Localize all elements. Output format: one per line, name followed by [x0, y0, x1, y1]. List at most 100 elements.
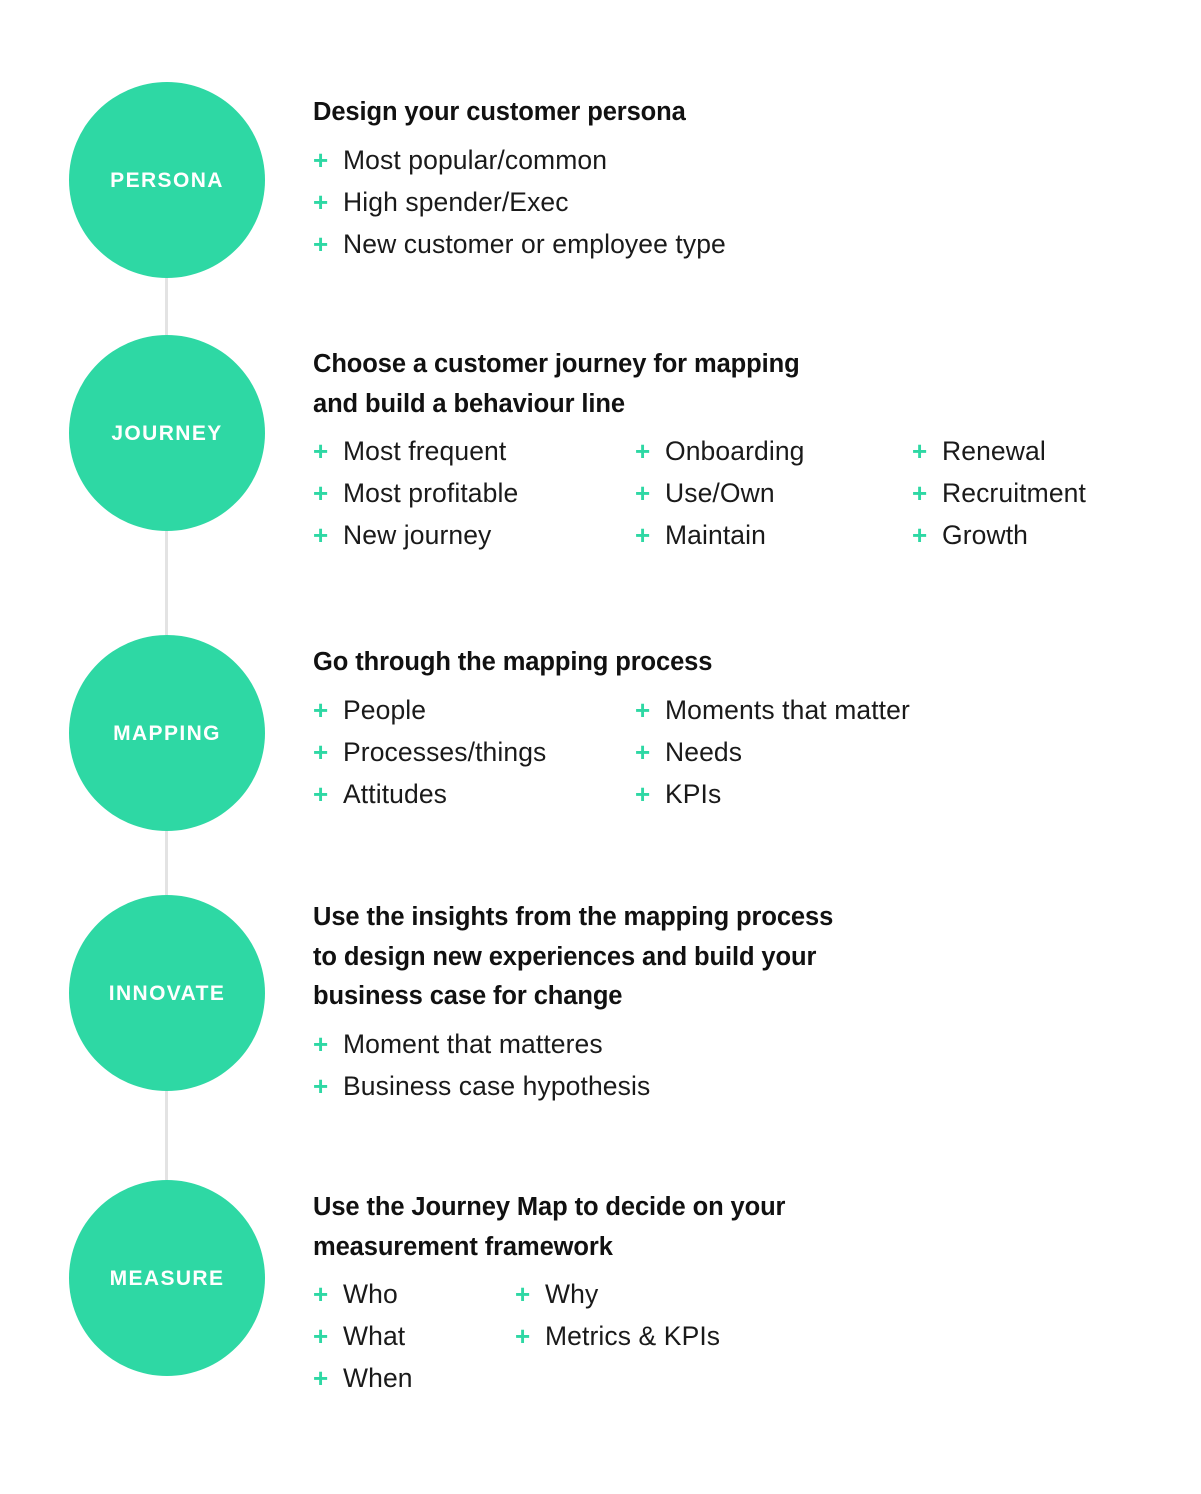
- step-heading: Design your customer persona: [313, 98, 686, 126]
- bullet-column: + Why + Metrics & KPIs: [515, 1273, 720, 1357]
- step-connector-line: [165, 1091, 168, 1180]
- step-badge-circle-journey[interactable]: JOURNEY: [69, 335, 265, 531]
- bullet-item: + Moment that matteres: [313, 1023, 650, 1065]
- plus-icon: +: [635, 778, 651, 809]
- bullet-label: Moments that matter: [665, 694, 910, 725]
- step-content-innovate: Use the insights from the mapping proces…: [313, 898, 1173, 1107]
- step-content-journey: Choose a customer journey for mapping an…: [313, 345, 1173, 556]
- bullet-label: New customer or employee type: [343, 228, 726, 259]
- bullet-label: Attitudes: [343, 778, 448, 809]
- step-heading: Choose a customer journey for mapping an…: [313, 350, 800, 418]
- bullet-item: + New journey: [313, 514, 635, 556]
- step-badge-circle-mapping[interactable]: MAPPING: [69, 635, 265, 831]
- plus-icon: +: [635, 694, 651, 725]
- bullet-label: Business case hypothesis: [343, 1070, 651, 1101]
- step-badge-circle-innovate[interactable]: INNOVATE: [69, 895, 265, 1091]
- plus-icon: +: [313, 520, 329, 551]
- bullet-label: People: [343, 694, 427, 725]
- bullet-item: + High spender/Exec: [313, 181, 726, 223]
- bullet-item: + Most frequent: [313, 430, 635, 472]
- step-connector-line: [165, 278, 168, 335]
- step-badge-circle-persona[interactable]: PERSONA: [69, 82, 265, 278]
- bullet-item: + When: [313, 1357, 515, 1399]
- step-content-mapping: Go through the mapping process + People + Pr…: [313, 643, 1173, 815]
- plus-icon: +: [635, 436, 651, 467]
- bullet-item: + KPIs: [635, 773, 910, 815]
- plus-icon: +: [313, 1279, 329, 1310]
- bullet-column: + Renewal + Recruitment + Growth: [912, 430, 1086, 556]
- bullet-label: New journey: [343, 520, 492, 551]
- bullet-column: + Onboarding + Use/Own + Maintain: [635, 430, 912, 556]
- bullet-label: Recruitment: [942, 478, 1086, 509]
- plus-icon: +: [313, 694, 329, 725]
- bullet-label: Onboarding: [665, 436, 805, 467]
- plus-icon: +: [515, 1279, 531, 1310]
- bullet-label: High spender/Exec: [343, 186, 569, 217]
- plus-icon: +: [313, 736, 329, 767]
- bullet-columns: + Most frequent + Most profitable + New journ…: [313, 430, 1173, 556]
- step-connector-line: [165, 831, 168, 895]
- plus-icon: +: [313, 228, 329, 259]
- plus-icon: +: [912, 520, 928, 551]
- bullet-columns: + Most popular/common + High spender/Exec + N…: [313, 139, 1173, 265]
- bullet-item: + People: [313, 689, 635, 731]
- bullet-column: + Moments that matter + Needs + KPIs: [635, 689, 910, 815]
- step-content-persona: Design your customer persona + Most popula…: [313, 93, 1173, 265]
- bullet-item: + New customer or employee type: [313, 223, 726, 265]
- bullet-label: When: [343, 1363, 413, 1394]
- step-badge-label: INNOVATE: [108, 981, 226, 1005]
- bullet-label: Maintain: [665, 520, 766, 551]
- plus-icon: +: [313, 186, 329, 217]
- bullet-columns: + Who + What + When + Why + Metrics & KPIs: [313, 1273, 1173, 1399]
- bullet-label: Most frequent: [343, 436, 507, 467]
- bullet-item: + Use/Own: [635, 472, 912, 514]
- step-heading: Use the Journey Map to decide on your me…: [313, 1193, 786, 1261]
- bullet-label: Growth: [942, 520, 1029, 551]
- bullet-label: Metrics & KPIs: [545, 1321, 721, 1352]
- step-badge-circle-measure[interactable]: MEASURE: [69, 1180, 265, 1376]
- bullet-label: What: [343, 1321, 406, 1352]
- plus-icon: +: [313, 1070, 329, 1101]
- bullet-item: + What: [313, 1315, 515, 1357]
- bullet-column: + Moment that matteres + Business case hypo…: [313, 1023, 650, 1107]
- bullet-label: Who: [343, 1279, 398, 1310]
- bullet-label: Use/Own: [665, 478, 775, 509]
- bullet-label: KPIs: [665, 778, 722, 809]
- bullet-columns: + People + Processes/things + Attitudes + Momen…: [313, 689, 1173, 815]
- bullet-item: + Moments that matter: [635, 689, 910, 731]
- plus-icon: +: [313, 778, 329, 809]
- step-heading: Go through the mapping process: [313, 648, 713, 676]
- plus-icon: +: [313, 144, 329, 175]
- bullet-column: + Most frequent + Most profitable + New journ…: [313, 430, 635, 556]
- plus-icon: +: [635, 520, 651, 551]
- bullet-item: + Renewal: [912, 430, 1086, 472]
- plus-icon: +: [313, 478, 329, 509]
- plus-icon: +: [313, 436, 329, 467]
- bullet-label: Needs: [665, 736, 743, 767]
- bullet-item: + Needs: [635, 731, 910, 773]
- plus-icon: +: [912, 436, 928, 467]
- bullet-item: + Processes/things: [313, 731, 635, 773]
- bullet-label: Most profitable: [343, 478, 519, 509]
- plus-icon: +: [635, 736, 651, 767]
- step-badge-label: PERSONA: [110, 168, 224, 192]
- step-content-measure: Use the Journey Map to decide on your me…: [313, 1188, 1173, 1399]
- bullet-label: Renewal: [942, 436, 1046, 467]
- step-badge-label: JOURNEY: [111, 421, 223, 445]
- plus-icon: +: [313, 1028, 329, 1059]
- bullet-column: + Most popular/common + High spender/Exec + N…: [313, 139, 726, 265]
- bullet-item: + Maintain: [635, 514, 912, 556]
- step-badge-label: MEASURE: [109, 1266, 225, 1290]
- bullet-label: Moment that matteres: [343, 1028, 603, 1059]
- plus-icon: +: [912, 478, 928, 509]
- bullet-item: + Onboarding: [635, 430, 912, 472]
- bullet-columns: + Moment that matteres + Business case hypo…: [313, 1023, 1173, 1107]
- bullet-item: + Business case hypothesis: [313, 1065, 650, 1107]
- plus-icon: +: [313, 1363, 329, 1394]
- bullet-label: Most popular/common: [343, 144, 608, 175]
- step-connector-line: [165, 531, 168, 635]
- journey-mapping-infographic: PERSONA Design your customer persona + Most…: [0, 0, 1201, 1494]
- bullet-label: Processes/things: [343, 736, 547, 767]
- bullet-column: + Who + What + When: [313, 1273, 515, 1399]
- plus-icon: +: [515, 1321, 531, 1352]
